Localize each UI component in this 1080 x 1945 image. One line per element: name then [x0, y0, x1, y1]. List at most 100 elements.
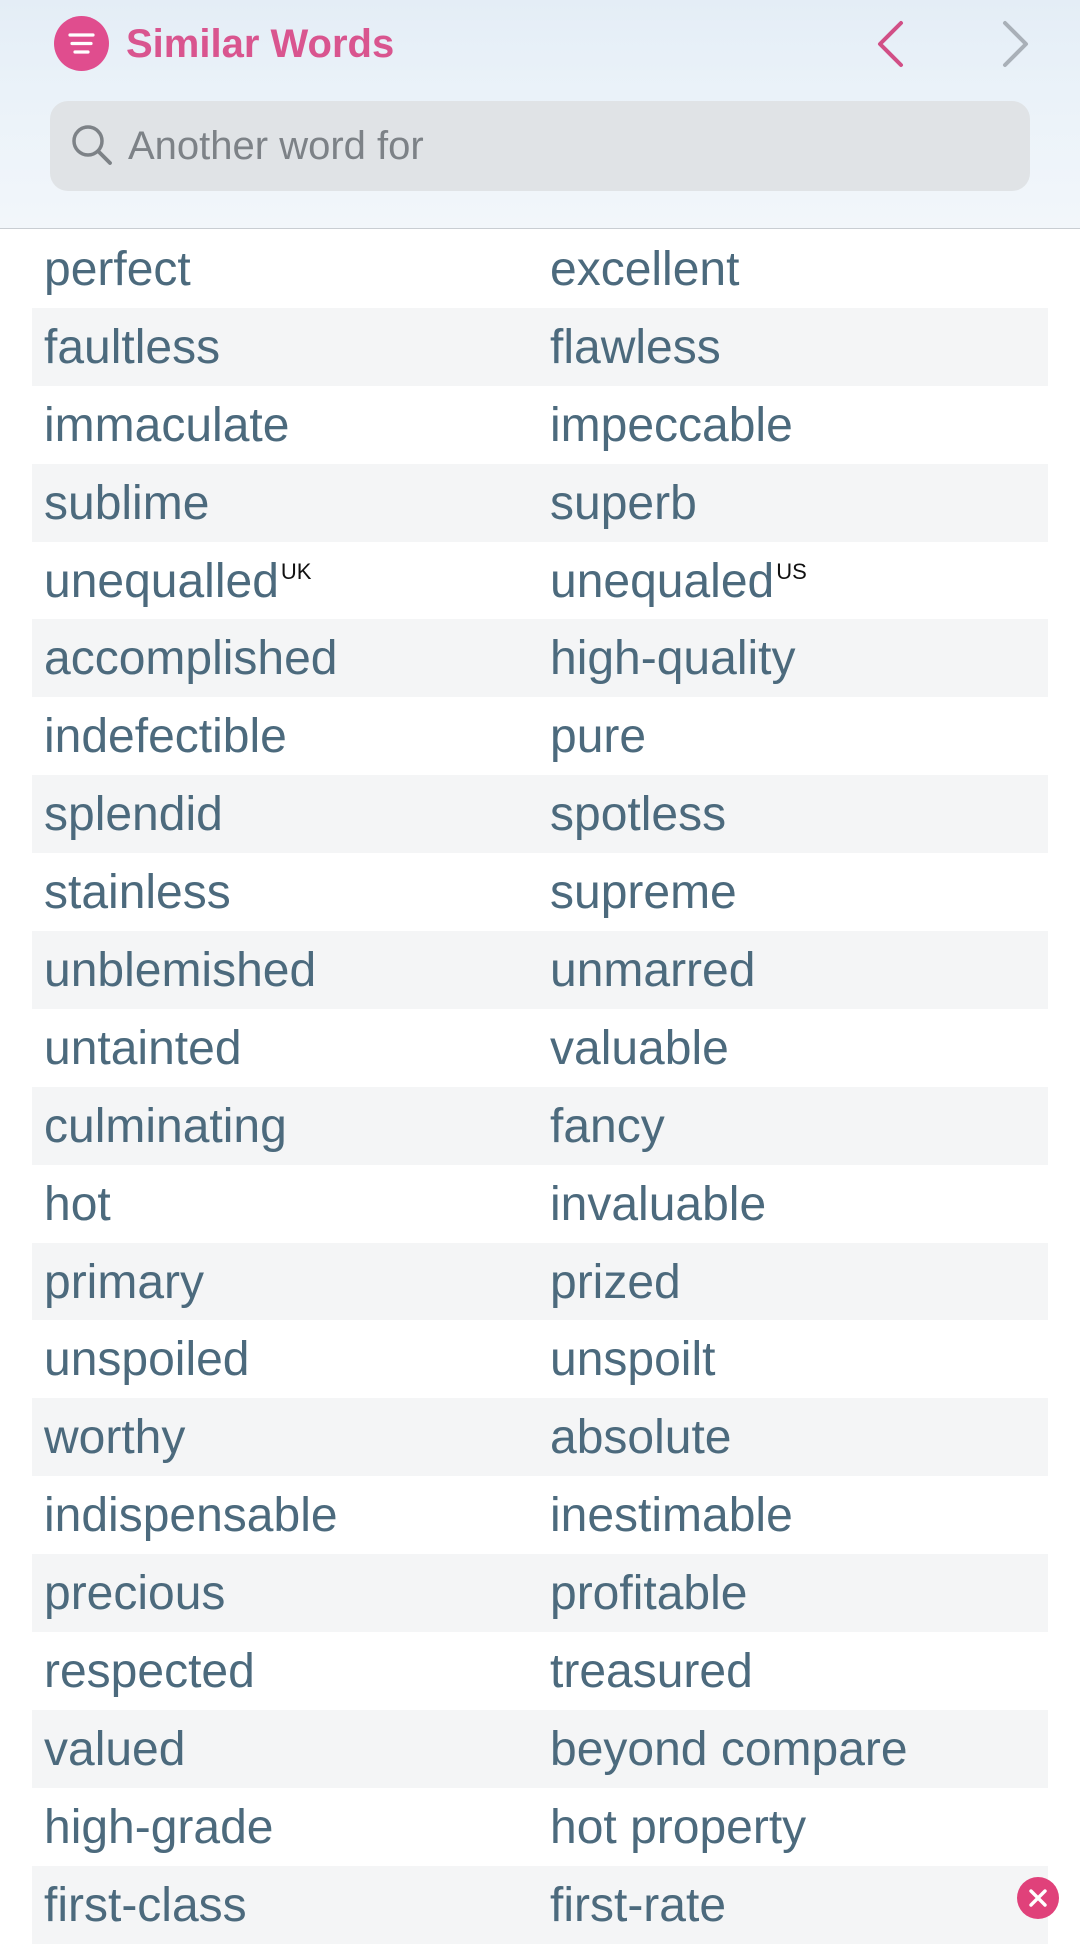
similar-word-text: immaculate	[44, 398, 290, 452]
word-row: unblemished unmarred	[32, 931, 1048, 1009]
similar-word[interactable]: primary	[44, 1243, 204, 1321]
similar-word[interactable]: indispensable	[44, 1476, 338, 1554]
menu-button[interactable]	[54, 16, 109, 71]
similar-word[interactable]: spotless	[550, 775, 726, 853]
similar-word[interactable]: first-rate	[550, 1866, 726, 1944]
search-bar[interactable]	[50, 101, 1030, 191]
similar-word[interactable]: splendid	[44, 775, 223, 853]
app-title: Similar Words	[126, 22, 395, 66]
similar-word[interactable]: high-quality	[550, 619, 795, 697]
similar-word-text: absolute	[550, 1411, 732, 1465]
similar-word[interactable]: faultless	[44, 308, 220, 386]
similar-word-text: culminating	[44, 1099, 287, 1153]
similar-word[interactable]: hot property	[550, 1788, 806, 1866]
back-button[interactable]	[872, 18, 912, 70]
similar-word-text: valued	[44, 1722, 186, 1776]
similar-word-text: invaluable	[550, 1177, 767, 1231]
word-row: hot invaluable	[32, 1165, 1048, 1243]
similar-word[interactable]: worthy	[44, 1398, 185, 1476]
similar-word[interactable]: invaluable	[550, 1165, 766, 1243]
similar-word[interactable]: unequaledUS	[550, 542, 807, 620]
word-row: immaculate impeccable	[32, 386, 1048, 464]
similar-word-text: unspoiled	[44, 1333, 250, 1387]
similar-word[interactable]: unspoilt	[550, 1320, 715, 1398]
similar-word-text: hot property	[550, 1800, 807, 1854]
similar-word[interactable]: perfect	[44, 230, 191, 308]
similar-word-text: impeccable	[550, 398, 793, 452]
word-row: precious profitable	[32, 1554, 1048, 1633]
word-row: faultless flawless	[32, 307, 1048, 386]
similar-word-text: respected	[44, 1645, 255, 1699]
similar-word-text: flawless	[550, 320, 721, 374]
similar-word[interactable]: unspoiled	[44, 1320, 250, 1398]
similar-word-text: precious	[44, 1567, 226, 1621]
header: Similar Words	[0, 0, 1080, 229]
word-row: sublime superb	[32, 463, 1048, 542]
similar-word[interactable]: treasured	[550, 1632, 753, 1710]
similar-word[interactable]: beyond compare	[550, 1710, 908, 1788]
similar-word[interactable]: first-class	[44, 1866, 247, 1944]
similar-word-text: inestimable	[550, 1489, 793, 1543]
similar-word[interactable]: high-grade	[44, 1788, 274, 1866]
similar-word[interactable]: superb	[550, 464, 697, 542]
similar-word[interactable]: unmarred	[550, 931, 755, 1009]
menu-icon	[68, 33, 95, 54]
similar-word-text: high-grade	[44, 1800, 274, 1854]
word-row: high-grade hot property	[32, 1788, 1048, 1866]
word-row: perfect excellent	[32, 230, 1048, 308]
similar-word-text: stainless	[44, 866, 231, 920]
similar-word-text: supreme	[550, 866, 737, 920]
spelling-region-tag: UK	[280, 558, 312, 584]
similar-word[interactable]: hot	[44, 1165, 111, 1243]
similar-word-text: beyond compare	[550, 1722, 908, 1776]
similar-words-list: perfect excellent faultless flawless immacul…	[32, 230, 1048, 1944]
similar-word[interactable]: accomplished	[44, 619, 337, 697]
similar-word[interactable]: supreme	[550, 853, 737, 931]
similar-word[interactable]: excellent	[550, 230, 739, 308]
similar-word-text: unequalled	[44, 554, 279, 608]
close-icon	[1029, 1889, 1047, 1907]
similar-word-text: valuable	[550, 1021, 729, 1075]
similar-word[interactable]: unequalledUK	[44, 542, 311, 620]
similar-word[interactable]: prized	[550, 1243, 681, 1321]
close-button[interactable]	[1017, 1877, 1059, 1919]
forward-button[interactable]	[994, 18, 1034, 70]
similar-word[interactable]: precious	[44, 1554, 225, 1632]
similar-word[interactable]: untainted	[44, 1009, 242, 1087]
similar-word[interactable]: respected	[44, 1632, 255, 1710]
similar-word-text: sublime	[44, 476, 210, 530]
word-row: unspoiled unspoilt	[32, 1320, 1048, 1398]
similar-word[interactable]: indefectible	[44, 697, 287, 775]
similar-word[interactable]: impeccable	[550, 386, 793, 464]
chevron-right-icon	[1003, 21, 1028, 67]
word-row: splendid spotless	[32, 775, 1048, 854]
search-input[interactable]	[128, 101, 1008, 191]
similar-word[interactable]: pure	[550, 697, 646, 775]
word-row: culminating fancy	[32, 1086, 1048, 1165]
similar-word[interactable]: valued	[44, 1710, 185, 1788]
word-row: unequalledUK unequaledUS	[32, 542, 1048, 620]
similar-word-text: profitable	[550, 1567, 748, 1621]
similar-word-text: hot	[44, 1177, 111, 1231]
word-row: indispensable inestimable	[32, 1476, 1048, 1554]
word-row: first-class first-rate	[32, 1865, 1048, 1944]
similar-word-text: primary	[44, 1255, 205, 1309]
word-row: respected treasured	[32, 1632, 1048, 1710]
similar-word[interactable]: fancy	[550, 1087, 665, 1165]
similar-word-text: accomplished	[44, 632, 338, 686]
similar-word[interactable]: flawless	[550, 308, 721, 386]
similar-word[interactable]: absolute	[550, 1398, 731, 1476]
similar-word[interactable]: sublime	[44, 464, 209, 542]
similar-word-text: prized	[550, 1255, 681, 1309]
similar-word[interactable]: inestimable	[550, 1476, 793, 1554]
similar-word[interactable]: stainless	[44, 853, 231, 931]
search-icon	[72, 125, 112, 165]
similar-word[interactable]: immaculate	[44, 386, 289, 464]
similar-word[interactable]: profitable	[550, 1554, 747, 1632]
similar-word[interactable]: culminating	[44, 1087, 287, 1165]
similar-word[interactable]: valuable	[550, 1009, 729, 1087]
similar-word[interactable]: unblemished	[44, 931, 316, 1009]
similar-word-text: unmarred	[550, 944, 756, 998]
similar-word-text: first-class	[44, 1878, 247, 1932]
similar-word-text: untainted	[44, 1021, 242, 1075]
